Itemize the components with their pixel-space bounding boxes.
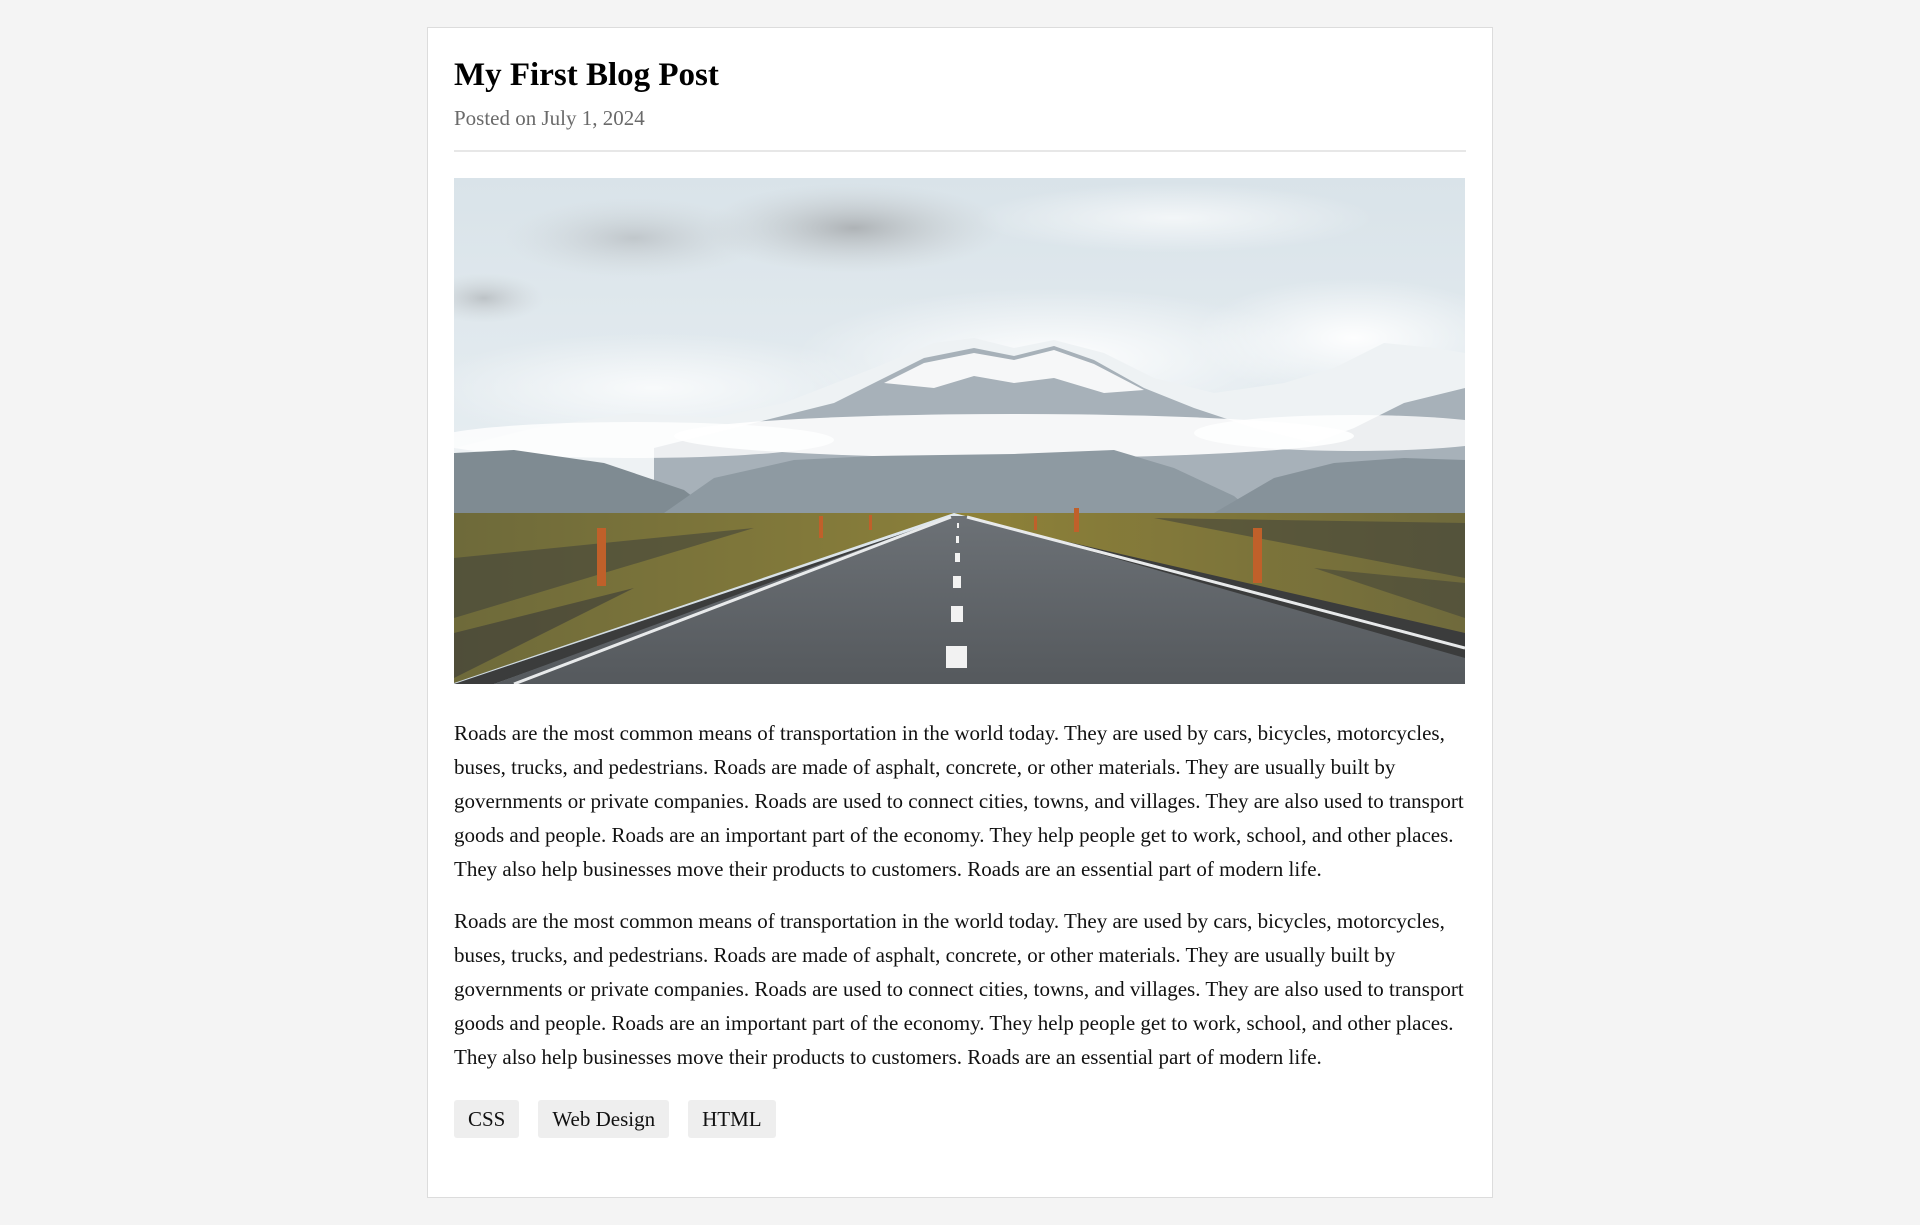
blog-post-card: My First Blog Post Posted on July 1, 202… bbox=[427, 27, 1493, 1198]
header-divider bbox=[454, 150, 1466, 152]
post-paragraph: Roads are the most common means of trans… bbox=[454, 909, 1464, 1069]
tag-css[interactable]: CSS bbox=[454, 1100, 520, 1138]
post-body: Roads are the most common means of trans… bbox=[454, 716, 1466, 1074]
post-paragraph: Roads are the most common means of trans… bbox=[454, 721, 1464, 881]
post-date: Posted on July 1, 2024 bbox=[454, 106, 645, 130]
tag-html[interactable]: HTML bbox=[688, 1100, 776, 1138]
hero-image-road-mountains bbox=[454, 178, 1465, 684]
tag-list: CSS Web Design HTML bbox=[454, 1100, 1466, 1138]
tag-web-design[interactable]: Web Design bbox=[538, 1100, 670, 1138]
post-title: My First Blog Post bbox=[454, 57, 719, 93]
